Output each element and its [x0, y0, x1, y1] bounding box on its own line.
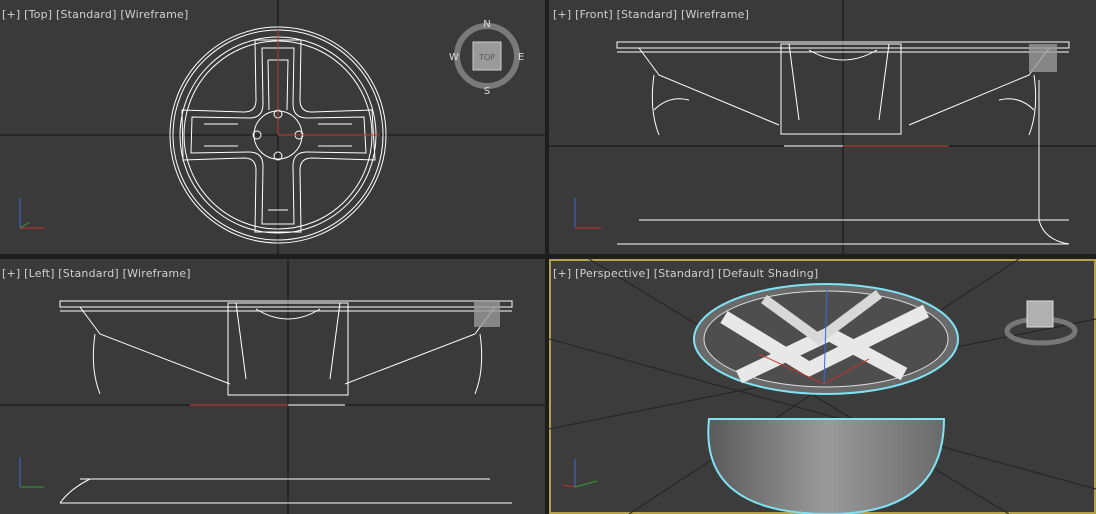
viewport-menu-button[interactable]: [+] — [2, 8, 20, 21]
viewport-left[interactable]: [+] [Left] [Standard] [Wireframe] — [0, 259, 545, 514]
axis-tripod — [574, 198, 601, 229]
compass-north: N — [483, 19, 490, 30]
front-view-canvas — [549, 0, 1096, 254]
viewport-perspective[interactable]: [+] [Perspective] [Standard] [Default Sh… — [549, 259, 1096, 514]
perspective-view-canvas — [549, 259, 1096, 514]
viewport-label-perspective: [+] [Perspective] [Standard] [Default Sh… — [553, 267, 818, 280]
render-style-button[interactable]: [Standard] — [58, 267, 119, 280]
viewport-menu-button[interactable]: [+] — [553, 8, 571, 21]
compass-east: E — [518, 52, 524, 63]
view-type-button[interactable]: [Top] — [24, 8, 52, 21]
compass-south: S — [484, 86, 490, 97]
viewport-menu-button[interactable]: [+] — [553, 267, 571, 280]
axis-tripod — [19, 198, 45, 229]
shading-mode-button[interactable]: [Wireframe] — [123, 267, 191, 280]
render-style-button[interactable]: [Standard] — [617, 8, 678, 21]
view-type-button[interactable]: [Perspective] — [575, 267, 650, 280]
render-style-button[interactable]: [Standard] — [654, 267, 715, 280]
viewport-label-top: [+] [Top] [Standard] [Wireframe] — [2, 8, 188, 21]
axis-tripod — [19, 457, 44, 488]
viewcube-front[interactable] — [1029, 44, 1057, 72]
viewcube-left[interactable] — [474, 301, 500, 327]
shading-mode-button[interactable]: [Wireframe] — [681, 8, 749, 21]
viewcube-compass[interactable]: TOP N S E W — [449, 19, 524, 97]
render-style-button[interactable]: [Standard] — [56, 8, 117, 21]
shading-mode-button[interactable]: [Wireframe] — [120, 8, 188, 21]
view-type-button[interactable]: [Left] — [24, 267, 54, 280]
left-view-canvas — [0, 259, 545, 514]
viewport-label-front: [+] [Front] [Standard] [Wireframe] — [553, 8, 749, 21]
compass-west: W — [449, 52, 459, 63]
top-view-canvas: TOP N S E W — [0, 0, 545, 254]
viewport-menu-button[interactable]: [+] — [2, 267, 20, 280]
viewport-front[interactable]: [+] [Front] [Standard] [Wireframe] — [549, 0, 1096, 254]
view-type-button[interactable]: [Front] — [575, 8, 613, 21]
viewcube-face-label: TOP — [478, 53, 495, 62]
viewport-top[interactable]: TOP N S E W [+] [Top] [Standard] [Wirefr… — [0, 0, 545, 254]
wheel-left-wireframe — [59, 300, 513, 504]
viewport-label-left: [+] [Left] [Standard] [Wireframe] — [2, 267, 191, 280]
viewcube-perspective[interactable] — [1004, 300, 1078, 346]
shading-mode-button[interactable]: [Default Shading] — [718, 267, 818, 280]
axis-tripod — [562, 459, 598, 488]
